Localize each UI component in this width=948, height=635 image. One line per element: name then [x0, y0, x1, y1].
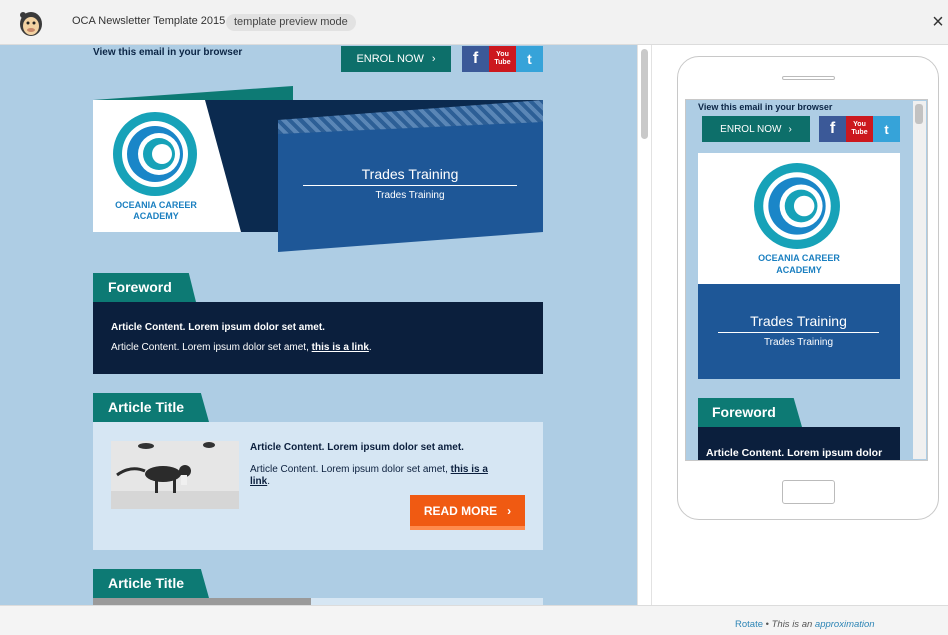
top-bar: OCA Newsletter Template 2015 template pr… [0, 0, 948, 45]
mobile-youtube-icon-bottom: Tube [851, 129, 868, 136]
facebook-icon[interactable]: f [462, 46, 489, 72]
mobile-youtube-icon[interactable]: You Tube [846, 116, 873, 142]
mobile-twitter-icon[interactable]: t [873, 116, 900, 142]
close-icon[interactable]: × [928, 12, 948, 32]
foreword-link[interactable]: this is a link [312, 342, 369, 353]
twitter-icon[interactable]: t [516, 46, 543, 72]
footer-separator: • [763, 619, 772, 630]
youtube-icon-top: You [496, 51, 509, 58]
page-title: OCA Newsletter Template 2015 [72, 15, 226, 27]
banner-subtitle: Trades Training [375, 190, 445, 201]
article-line2-text: Article Content. Lorem ipsum dolor set a… [250, 464, 451, 475]
chevron-right-icon: › [788, 123, 792, 135]
mobile-banner-title: Trades Training [718, 313, 879, 333]
foreword-tab: Foreword [93, 273, 196, 302]
mobile-youtube-icon-top: You [853, 121, 866, 128]
cat-photo-image [111, 441, 239, 509]
oca-logo-line1: OCEANIA CAREER [115, 200, 197, 210]
approximation-link[interactable]: approximation [815, 619, 875, 630]
mobile-scrollbar-thumb[interactable] [915, 104, 923, 124]
rotate-link[interactable]: Rotate [735, 619, 763, 630]
mobile-screen[interactable]: View this email in your browser ENROL NO… [685, 99, 928, 461]
article-title-tab: Article Title [93, 393, 209, 422]
oca-logo-line2: ACADEMY [133, 211, 179, 221]
mobile-banner-subtitle: Trades Training [763, 337, 834, 348]
mailchimp-logo-icon [20, 12, 42, 36]
article-line2: Article Content. Lorem ipsum dolor set a… [250, 464, 520, 488]
mobile-enrol-now-button[interactable]: ENROL NOW › [702, 116, 810, 142]
mobile-oca-logo-icon [754, 163, 840, 249]
mobile-logo-panel: OCEANIA CAREER ACADEMY [698, 153, 900, 284]
approximation-note: This is an [771, 619, 815, 630]
mobile-oca-logo-line2: ACADEMY [776, 265, 822, 275]
article-title-tab-2: Article Title [93, 569, 209, 598]
article-line1: Article Content. Lorem ipsum dolor set a… [250, 442, 464, 453]
mobile-oca-logo-line1: OCEANIA CAREER [758, 253, 840, 263]
foreword-line2-text: Article Content. Lorem ipsum dolor set a… [111, 342, 312, 353]
foreword-line2-end: . [368, 342, 372, 353]
mobile-scrollbar-track[interactable] [913, 101, 926, 459]
article-content: Article Content. Lorem ipsum dolor set a… [93, 422, 543, 550]
article-content-2 [311, 598, 543, 605]
foreword-line2: Article Content. Lorem ipsum dolor set a… [111, 342, 525, 353]
article-image-2 [93, 598, 311, 605]
mobile-oca-logo-text: OCEANIA CAREER ACADEMY [698, 252, 900, 276]
mobile-view-in-browser-link[interactable]: View this email in your browser [698, 102, 832, 112]
article-link-part2[interactable]: link [250, 476, 267, 487]
oca-logo-icon [113, 112, 197, 196]
banner-blue-panel [278, 122, 543, 252]
youtube-icon-bottom: Tube [494, 59, 511, 66]
banner-title: Trades Training [303, 166, 517, 186]
mobile-foreword-content: Article Content. Lorem ipsum dolor [698, 427, 900, 460]
enrol-now-label: ENROL NOW [356, 53, 424, 65]
chevron-right-icon: › [507, 503, 512, 518]
preview-scrollbar-thumb[interactable] [641, 49, 648, 139]
mobile-facebook-icon[interactable]: f [819, 116, 846, 142]
oca-logo-text: OCEANIA CAREER ACADEMY [101, 200, 211, 222]
banner-teal-strip [93, 86, 293, 100]
article-text: Article Content. Lorem ipsum dolor set a… [250, 442, 520, 498]
phone-home-button [782, 480, 835, 504]
template-mode-badge: template preview mode [226, 14, 356, 31]
chevron-right-icon: › [431, 53, 436, 65]
email-banner: OCEANIA CAREER ACADEMY Trades Training T… [93, 86, 543, 255]
mobile-foreword-tab: Foreword [698, 398, 802, 427]
foreword-line1: Article Content. Lorem ipsum dolor set a… [111, 322, 325, 333]
foreword-content: Article Content. Lorem ipsum dolor set a… [93, 302, 543, 374]
footer-text: Rotate • This is an approximation [735, 619, 875, 630]
article-line2-end: . [267, 476, 271, 487]
mobile-enrol-now-label: ENROL NOW [720, 123, 782, 135]
desktop-preview-pane[interactable]: View this email in your browser ENROL NO… [0, 45, 637, 605]
article-link-part1[interactable]: this is a [451, 464, 488, 475]
youtube-icon[interactable]: You Tube [489, 46, 516, 72]
view-in-browser-link[interactable]: View this email in your browser [93, 47, 242, 58]
enrol-now-button[interactable]: ENROL NOW › [341, 46, 451, 72]
read-more-label: READ MORE [423, 503, 498, 518]
phone-speaker [782, 76, 835, 80]
read-more-button[interactable]: READ MORE › [410, 495, 525, 530]
mobile-banner: Trades Training Trades Training [698, 284, 900, 379]
